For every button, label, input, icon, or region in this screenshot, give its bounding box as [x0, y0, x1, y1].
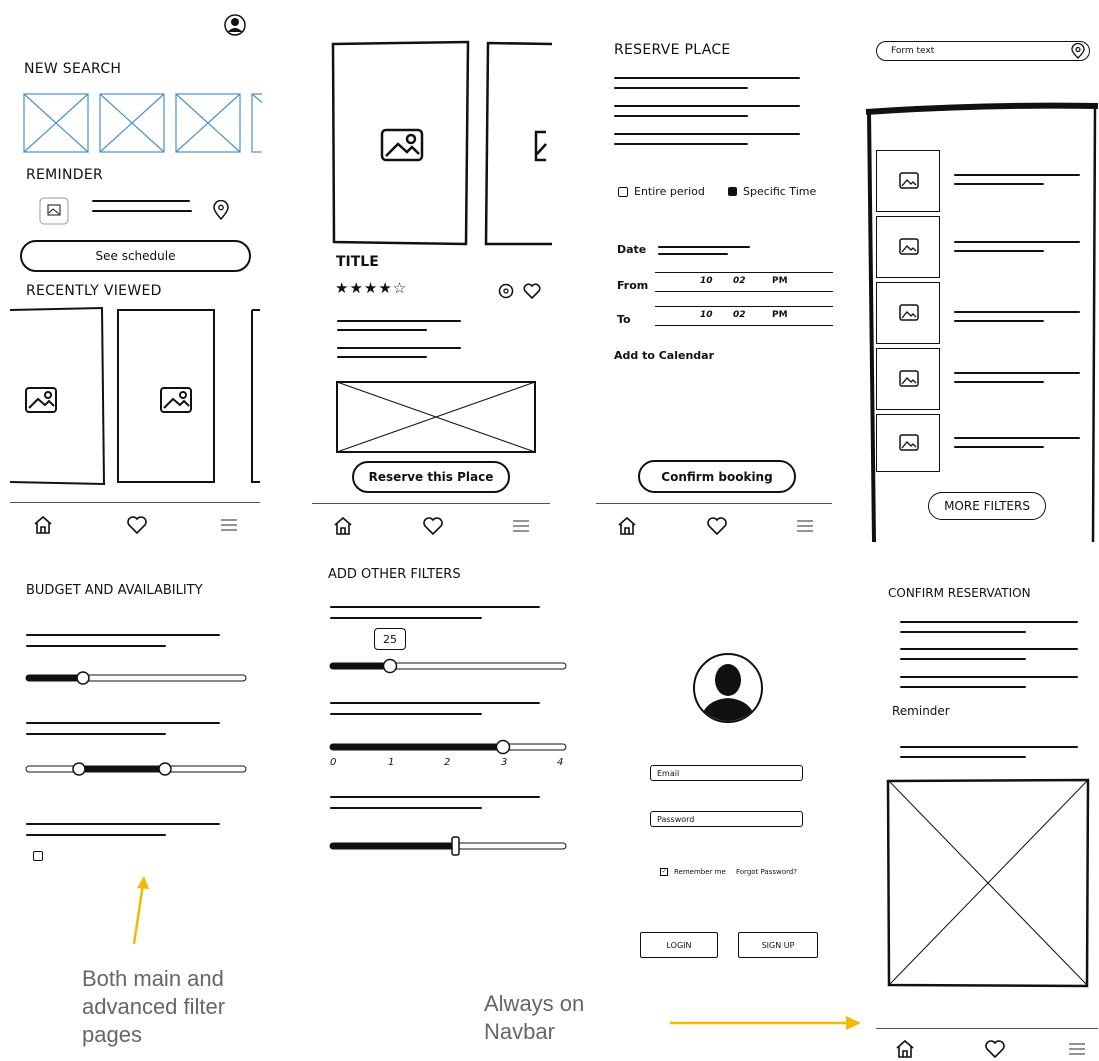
image-icon [899, 370, 919, 387]
reserve-place-heading: RESERVE PLACE [614, 42, 731, 58]
reminder-label: Reminder [892, 704, 950, 718]
new-search-heading: NEW SEARCH [24, 61, 122, 77]
home-icon[interactable] [616, 515, 638, 537]
to-minute: 02 [733, 310, 746, 320]
list-item[interactable] [876, 414, 940, 472]
reserve-place-button[interactable]: Reserve this Place [352, 461, 510, 493]
scale-tick: 3 [501, 757, 508, 768]
home-icon[interactable] [332, 515, 354, 537]
map-placeholder [886, 778, 1090, 988]
entire-period-option[interactable]: Entire period [618, 185, 705, 198]
to-ampm: PM [772, 310, 788, 320]
list-item[interactable] [876, 282, 940, 344]
scale-tick: 2 [444, 757, 451, 768]
star-rating: ★★★★☆ [335, 279, 408, 297]
new-search-thumbs [22, 92, 262, 156]
to-time-field[interactable]: 10 02 PM [655, 306, 833, 326]
reminder-heading: REMINDER [26, 167, 104, 183]
location-pin-icon[interactable] [498, 283, 514, 301]
recently-viewed-carousel[interactable] [8, 306, 260, 486]
email-placeholder: Email [657, 768, 680, 778]
signup-button[interactable]: SIGN UP [738, 932, 818, 958]
list-item[interactable] [876, 348, 940, 410]
place-gallery[interactable] [330, 40, 552, 246]
from-label: From [617, 279, 649, 292]
see-schedule-button[interactable]: See schedule [20, 240, 251, 272]
recently-viewed-heading: RECENTLY VIEWED [26, 283, 162, 299]
checkbox-checked[interactable] [728, 187, 737, 196]
image-icon [899, 304, 919, 321]
heart-icon[interactable] [984, 1038, 1006, 1060]
from-ampm: PM [772, 276, 788, 286]
location-pin-icon[interactable] [1070, 43, 1086, 59]
avatar [693, 653, 763, 723]
heart-icon[interactable] [706, 515, 728, 537]
confirm-reservation-heading: CONFIRM RESERVATION [888, 586, 1031, 600]
home-icon[interactable] [894, 1038, 916, 1060]
home-icon[interactable] [32, 514, 54, 536]
checkbox-unchecked[interactable] [33, 851, 43, 861]
password-field[interactable]: Password [650, 811, 803, 827]
password-placeholder: Password [657, 814, 695, 824]
more-filters-button[interactable]: MORE FILTERS [928, 492, 1046, 520]
remember-me-option[interactable]: ✓ Remember me [660, 868, 726, 876]
heart-icon[interactable] [126, 514, 148, 536]
email-field[interactable]: Email [650, 765, 803, 781]
slider-value: 25 [383, 632, 397, 646]
filter-slider-1[interactable] [328, 657, 568, 675]
filter-slider-3[interactable] [328, 836, 568, 856]
menu-icon[interactable] [510, 515, 532, 537]
range-slider[interactable] [24, 761, 248, 777]
menu-icon[interactable] [1066, 1038, 1088, 1060]
annotation-arrow-right [670, 1016, 861, 1030]
to-hour: 10 [700, 310, 713, 320]
scale-tick: 1 [388, 757, 395, 768]
add-to-calendar-link[interactable]: Add to Calendar [614, 349, 714, 362]
from-time-field[interactable]: 10 02 PM [655, 272, 833, 292]
specific-time-option[interactable]: Specific Time [728, 185, 816, 198]
from-minute: 02 [733, 276, 746, 286]
image-icon [899, 172, 919, 189]
filter-slider-2[interactable] [328, 738, 568, 756]
search-input[interactable]: Form text [876, 41, 1090, 61]
annotation-arrow-up [132, 876, 149, 945]
slider-scale: 0 1 2 3 4 [328, 757, 568, 771]
list-item[interactable] [876, 150, 940, 212]
confirm-booking-button[interactable]: Confirm booking [638, 460, 796, 493]
from-hour: 10 [700, 276, 713, 286]
menu-icon[interactable] [218, 514, 240, 536]
navbar-annotation: Always on Navbar [484, 991, 585, 1044]
heart-icon[interactable] [422, 515, 444, 537]
login-button[interactable]: LOGIN [640, 932, 718, 958]
scale-tick: 0 [330, 757, 337, 768]
list-item[interactable] [876, 216, 940, 278]
heart-icon[interactable] [522, 282, 542, 300]
specific-time-label: Specific Time [743, 185, 817, 198]
avatar-icon[interactable] [224, 14, 246, 36]
date-label: Date [617, 243, 647, 256]
to-label: To [617, 313, 631, 326]
filters-annotation: Both main and advanced filter pages [82, 966, 226, 1047]
remember-me-label: Remember me [674, 868, 726, 876]
location-pin-icon[interactable] [213, 200, 229, 220]
menu-icon[interactable] [794, 515, 816, 537]
other-filters-heading: ADD OTHER FILTERS [328, 567, 461, 582]
search-input-text: Form text [891, 46, 935, 56]
image-icon [899, 238, 919, 255]
map-placeholder [336, 381, 536, 453]
entire-period-label: Entire period [634, 185, 705, 198]
image-icon [899, 434, 919, 451]
budget-heading: BUDGET AND AVAILABILITY [26, 583, 203, 598]
forgot-password-link[interactable]: Forgot Password? [736, 868, 797, 876]
place-title: TITLE [336, 254, 379, 270]
scale-tick: 4 [557, 757, 564, 768]
checkbox-checked[interactable]: ✓ [660, 868, 668, 876]
image-icon [39, 197, 69, 225]
checkbox-unchecked[interactable] [618, 186, 628, 197]
slider-value-tooltip: 25 [374, 628, 406, 650]
budget-slider[interactable] [24, 670, 248, 686]
